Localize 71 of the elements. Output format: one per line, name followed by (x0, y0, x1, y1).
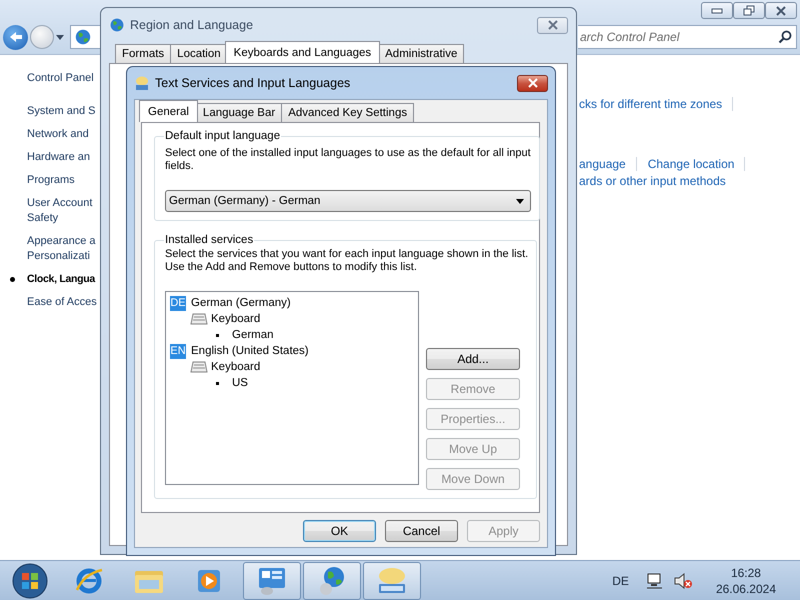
restore-icon (743, 5, 755, 16)
sidebar-link[interactable]: Network and (27, 127, 89, 142)
search-icon[interactable] (778, 30, 792, 44)
description-text: Select the services that you want for each input language shown in the list. Use the Add and Remove buttons to modify this list. (165, 248, 528, 274)
sidebar-link[interactable]: Ease of Acces (27, 295, 97, 310)
tree-item[interactable]: US (232, 377, 248, 389)
window-title: Region and Language (130, 18, 254, 32)
task-link[interactable]: anguage (579, 157, 637, 171)
browser-icon (74, 566, 104, 596)
task-link[interactable]: ards or other input methods (579, 174, 736, 188)
network-icon[interactable] (646, 572, 664, 588)
dialog-button[interactable]: Add... (426, 348, 520, 370)
tab[interactable]: Keyboards and Languages (224, 41, 380, 63)
arrow-icon (8, 31, 22, 43)
keyboard-icon (190, 360, 208, 374)
start-button[interactable] (12, 562, 48, 598)
search-field[interactable]: arch Control Panel (578, 25, 797, 49)
bullet-icon (216, 382, 219, 384)
tab[interactable]: General (139, 100, 198, 122)
tab[interactable]: Language Bar (196, 103, 282, 122)
sidebar-link[interactable]: System and S (27, 104, 96, 119)
clock-time[interactable]: 16:28 (730, 564, 761, 580)
task-link[interactable]: cks for different time zones (579, 97, 734, 111)
tree-item[interactable]: English (United States) (191, 345, 309, 357)
clock-date[interactable]: 26.06.2024 (716, 580, 776, 596)
keyboard-icon (134, 75, 150, 91)
dialog-button[interactable]: OK (303, 520, 376, 542)
group-label: Default input language (164, 129, 282, 144)
sidebar-link[interactable]: Control Panel (27, 71, 94, 86)
tab[interactable]: Administrative (378, 44, 464, 63)
close-button[interactable] (517, 74, 548, 92)
tree-item[interactable]: Keyboard (211, 361, 260, 373)
language-indicator[interactable]: DE (612, 574, 629, 588)
tab[interactable]: Formats (115, 44, 172, 63)
description-text: Select one of the installed input languages to use as the default for all input fields. (165, 147, 531, 173)
language-badge: EN (170, 344, 186, 358)
tab[interactable]: Location (170, 44, 228, 63)
tree-item[interactable]: German (Germany) (191, 297, 291, 309)
speaker-icon[interactable] (672, 572, 693, 588)
close-button[interactable] (537, 16, 568, 34)
taskbar-button[interactable] (363, 562, 421, 600)
sidebar-link[interactable]: Clock, Langua (10, 272, 95, 287)
close-icon (526, 78, 538, 88)
caret-icon (516, 198, 524, 204)
keyboard-icon (190, 312, 208, 326)
close-icon (775, 6, 787, 16)
language-badge: DE (170, 296, 186, 310)
minimize-icon (711, 8, 723, 14)
sidebar-link[interactable]: Hardware an (27, 150, 90, 165)
bullet-icon (216, 334, 219, 336)
tree-item[interactable]: German (232, 329, 274, 341)
dropdown-icon[interactable] (56, 34, 64, 40)
restore-button[interactable] (733, 2, 765, 19)
taskbar-button[interactable] (243, 562, 301, 600)
tab[interactable]: Advanced Key Settings (281, 103, 414, 122)
sidebar-link[interactable]: Programs (27, 173, 75, 188)
globe-icon (109, 17, 125, 33)
close-button[interactable] (765, 2, 797, 19)
group-label: Installed services (164, 233, 254, 248)
services-tree[interactable]: DE German (Germany) Keyboard German EN English (United States) Keyboard US (165, 291, 419, 485)
minimize-button[interactable] (701, 2, 733, 19)
taskbar-button[interactable] (303, 562, 361, 600)
language-dropdown[interactable]: German (Germany) - German (165, 190, 531, 212)
tree-item[interactable]: Keyboard (211, 313, 260, 325)
back-button[interactable] (3, 24, 28, 50)
sidebar-link[interactable]: User Account Safety (27, 196, 92, 226)
close-icon (546, 20, 558, 30)
window-title: Text Services and Input Languages (155, 76, 350, 90)
task-link[interactable]: Change location (648, 157, 746, 171)
dialog-button[interactable]: Cancel (385, 520, 458, 542)
sidebar-link[interactable]: Appearance a Personalizati (27, 234, 96, 264)
